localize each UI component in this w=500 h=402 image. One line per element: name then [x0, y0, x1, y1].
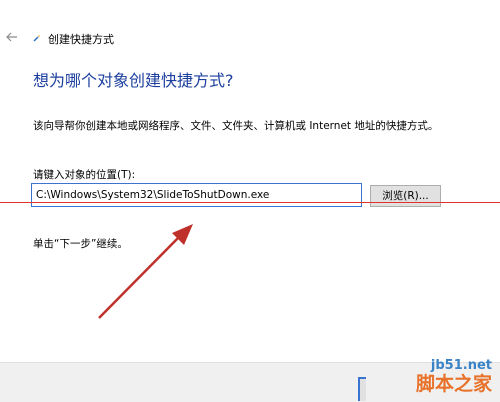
page-heading: 想为哪个对象创建快捷方式?: [33, 71, 234, 90]
location-input[interactable]: [31, 183, 362, 207]
annotation-line: [0, 202, 500, 203]
shortcut-wizard-icon: [33, 35, 40, 42]
window-title: 创建快捷方式: [48, 33, 114, 46]
description-text: 该向导帮你创建本地或网络程序、文件、文件夹、计算机或 Internet 地址的快…: [33, 120, 439, 132]
hint-text: 单击“下一步”继续。: [33, 238, 128, 250]
arrow-left-icon: [6, 32, 17, 42]
browse-button[interactable]: 浏览(R)...: [370, 185, 441, 207]
title-bar: 创建快捷方式: [0, 0, 500, 72]
next-button[interactable]: [358, 377, 366, 401]
back-button[interactable]: [4, 30, 20, 46]
watermark-name: 脚本之家: [415, 373, 492, 395]
watermark-url: jb51.net: [430, 358, 492, 373]
location-label: 请键入对象的位置(T):: [33, 169, 136, 181]
watermark: jb51.net 脚本之家: [416, 358, 492, 395]
